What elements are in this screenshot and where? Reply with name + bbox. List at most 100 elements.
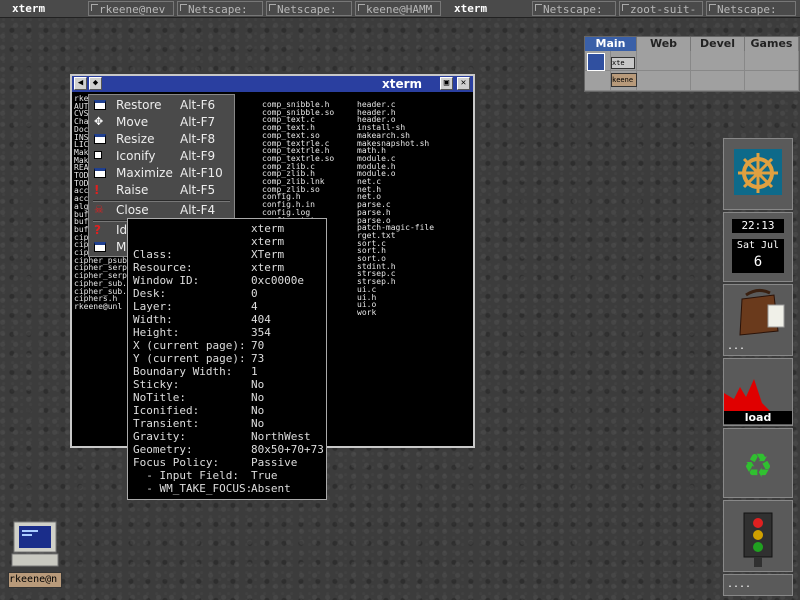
calendar-date: 6 xyxy=(753,254,763,270)
identify-value: 0 xyxy=(251,287,258,300)
load-graph-icon xyxy=(724,379,770,411)
task-netscape-2[interactable]: Netscape: xyxy=(266,1,352,16)
identify-label: Window ID: xyxy=(133,274,200,287)
identify-value: No xyxy=(251,417,265,430)
calendar: Sat Jul 6 xyxy=(732,239,784,273)
identify-value: XTerm xyxy=(251,248,285,261)
identify-label: Boundary Width: xyxy=(133,365,233,378)
dock-tile-mail[interactable]: ... xyxy=(723,284,793,356)
pager-mini-keene[interactable]: keene xyxy=(611,73,637,87)
identify-value: True xyxy=(251,469,278,482)
window-menu-arrow-button[interactable]: ◆ xyxy=(89,77,102,90)
identify-label: Height: xyxy=(133,326,180,339)
identify-label: Sticky: xyxy=(133,378,180,391)
maximize-button[interactable]: ▣ xyxy=(440,77,453,90)
task-rkeene[interactable]: rkeene@nev xyxy=(88,1,174,16)
identify-value: Passive xyxy=(251,456,298,469)
maximize-icon xyxy=(94,168,106,178)
identify-label: Y (current page): xyxy=(133,352,246,365)
window-title: xterm xyxy=(382,77,423,91)
computer-icon xyxy=(11,521,59,567)
terminal-line: work xyxy=(357,307,377,317)
identify-label: Transient: xyxy=(133,417,200,430)
identify-label: Layer: xyxy=(133,300,173,313)
task-zoot-suit[interactable]: zoot-suit- xyxy=(619,1,703,16)
close-button[interactable]: ✕ xyxy=(457,77,470,90)
identify-label: Desk: xyxy=(133,287,167,300)
pager-cell[interactable] xyxy=(745,51,799,71)
desktop-icon-terminal[interactable]: rkeene@n xyxy=(8,520,62,590)
menu-item-resize[interactable]: Resize Alt-F8 xyxy=(91,131,232,148)
pager-tab-main[interactable]: Main xyxy=(585,37,637,51)
pager-cell[interactable] xyxy=(637,51,691,71)
identify-row: Sticky: No xyxy=(133,378,264,391)
ship-wheel-icon xyxy=(734,149,782,195)
skull-icon: ☠ xyxy=(94,203,104,216)
identify-value: xterm xyxy=(251,235,285,248)
identify-row: Layer: 4 xyxy=(133,300,258,313)
pager-cell[interactable] xyxy=(585,71,611,91)
identify-row: Iconified: No xyxy=(133,404,264,417)
pager-cell[interactable] xyxy=(637,71,691,91)
identify-label: X (current page): xyxy=(133,339,246,352)
identify-row: - Input Field: True xyxy=(133,469,277,482)
menu-item-iconify[interactable]: Iconify Alt-F9 xyxy=(91,148,232,165)
identify-value: 4 xyxy=(251,300,258,313)
window-menu-button[interactable]: ◀ xyxy=(74,77,87,90)
identify-value: 404 xyxy=(251,313,271,326)
identify-label: - WM_TAKE_FOCUS: xyxy=(133,482,253,495)
identify-label: Gravity: xyxy=(133,430,186,443)
identify-row: Transient: No xyxy=(133,417,264,430)
identify-value: xterm xyxy=(251,261,285,274)
identify-label: Geometry: xyxy=(133,443,193,456)
dock-tile-traffic-light[interactable] xyxy=(723,500,793,572)
identify-row: Window ID: 0xc0000e xyxy=(133,274,304,287)
pager-mini-xterm[interactable]: xte xyxy=(611,57,635,69)
question-icon: ? xyxy=(94,223,101,237)
menu-item-raise[interactable]: ! Raise Alt-F5 xyxy=(91,182,232,199)
pager-tab-devel[interactable]: Devel xyxy=(691,37,745,51)
identify-row: Desk: 0 xyxy=(133,287,258,300)
calendar-day: Sat Jul xyxy=(736,240,780,251)
identify-value: Absent xyxy=(251,482,291,495)
iconify-icon xyxy=(94,151,102,159)
desktop-icon-label: rkeene@n xyxy=(8,572,62,588)
task-xterm-active[interactable]: xterm xyxy=(12,1,82,16)
identify-row: Y (current page): 73 xyxy=(133,352,264,365)
identify-value: xterm xyxy=(251,222,285,235)
dock-tile-recycle[interactable]: ♻ xyxy=(723,428,793,498)
traffic-light-icon xyxy=(743,512,773,567)
task-netscape-4[interactable]: Netscape: xyxy=(706,1,796,16)
terminal-column-3: header.c header.h header.o install-sh makear… xyxy=(357,101,434,317)
pager-mini-window[interactable] xyxy=(587,53,605,71)
mail-label: ... xyxy=(727,341,746,352)
task-netscape-3[interactable]: Netscape: xyxy=(532,1,616,16)
pager-cell[interactable] xyxy=(745,71,799,91)
task-netscape-1[interactable]: Netscape: xyxy=(177,1,263,16)
identify-row: Class: XTerm xyxy=(133,248,284,261)
menu-item-maximize[interactable]: Maximize Alt-F10 xyxy=(91,165,232,182)
dock-tile-load[interactable]: load xyxy=(723,358,793,426)
task-keene-hamm[interactable]: keene@HAMM xyxy=(355,1,441,16)
menu-item-restore[interactable]: Restore Alt-F6 xyxy=(91,97,232,114)
identify-label: Focus Policy: xyxy=(133,456,220,469)
task-xterm-2[interactable]: xterm xyxy=(454,1,524,16)
identify-value: 0xc0000e xyxy=(251,274,304,287)
menu-item-close[interactable]: ☠ Close Alt-F4 xyxy=(91,202,232,219)
dock-bottom-label: .... xyxy=(727,579,752,590)
pager-tab-web[interactable]: Web xyxy=(637,37,691,51)
dock-tile-clock[interactable]: 22:13 Sat Jul 6 xyxy=(723,212,793,282)
restore-icon xyxy=(94,100,106,110)
pager-cell[interactable] xyxy=(691,51,745,71)
dock-tile-helm[interactable] xyxy=(723,138,793,210)
pager-tab-games[interactable]: Games xyxy=(745,37,799,51)
identify-value: No xyxy=(251,391,265,404)
xterm-titlebar[interactable]: ◀ ◆ xterm ▣ ✕ xyxy=(72,76,473,92)
identify-row: Gravity: NorthWest xyxy=(133,430,311,443)
pager-cell[interactable] xyxy=(691,71,745,91)
menu-item-move[interactable]: ✥ Move Alt-F7 xyxy=(91,114,232,131)
dock-tile-empty[interactable]: .... xyxy=(723,574,793,596)
identify-row: Width: 404 xyxy=(133,313,271,326)
identify-value: NorthWest xyxy=(251,430,311,443)
identify-label: Resource: xyxy=(133,261,193,274)
